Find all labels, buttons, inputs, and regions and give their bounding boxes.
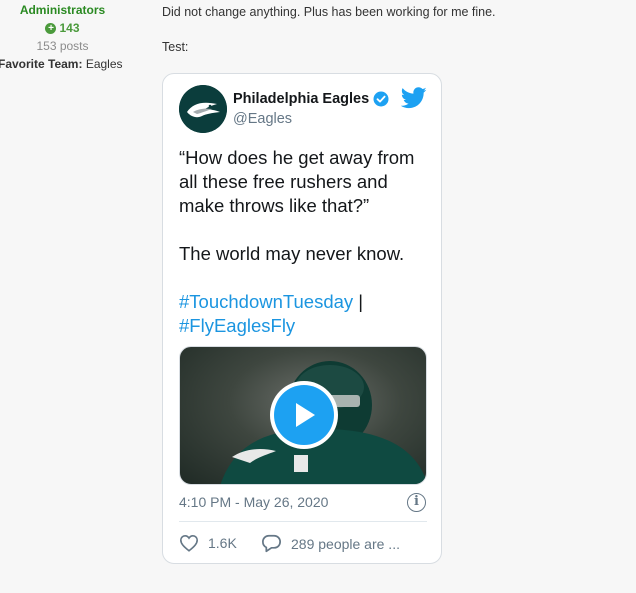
tweet-display-name[interactable]: Philadelphia Eagles bbox=[233, 91, 389, 107]
tweet-timestamp[interactable]: 4:10 PM - May 26, 2020 bbox=[179, 494, 328, 510]
verified-icon bbox=[373, 91, 389, 107]
tweet-line-2: The world may never know. bbox=[179, 243, 405, 264]
reputation-plus-icon: + bbox=[45, 22, 57, 34]
post-text-line2: Test: bbox=[162, 40, 189, 54]
reputation-badge: + 143 bbox=[0, 21, 125, 35]
tweet-text: “How does he get away from all these fre… bbox=[179, 146, 435, 338]
info-icon[interactable]: i bbox=[407, 493, 426, 512]
favorite-team-value: Eagles bbox=[85, 57, 123, 71]
hashtag-separator: | bbox=[353, 291, 364, 312]
eagles-logo-icon bbox=[179, 85, 227, 133]
like-count: 1.6K bbox=[208, 535, 237, 551]
reputation-count: 143 bbox=[59, 21, 80, 35]
reply-action[interactable]: 289 people are ... bbox=[261, 534, 400, 553]
post-text-line1: Did not change anything. Plus has been w… bbox=[162, 5, 496, 19]
like-action[interactable]: 1.6K bbox=[179, 534, 237, 552]
author-role[interactable]: Administrators bbox=[0, 3, 125, 17]
reply-text: 289 people are ... bbox=[291, 535, 400, 552]
favorite-team: Favorite Team: Eagles bbox=[0, 57, 123, 71]
tweet-divider bbox=[179, 521, 427, 522]
twitter-bird-icon[interactable] bbox=[401, 87, 427, 109]
eagles-avatar[interactable] bbox=[179, 85, 227, 133]
embedded-tweet[interactable]: Philadelphia Eagles @Eagles “How does he… bbox=[162, 73, 442, 564]
tweet-hashtags: #TouchdownTuesday | #FlyEaglesFly bbox=[179, 290, 435, 338]
play-button[interactable] bbox=[270, 381, 338, 449]
hashtag-flyeaglesfly[interactable]: #FlyEaglesFly bbox=[179, 315, 295, 336]
display-name-text: Philadelphia Eagles bbox=[233, 91, 370, 107]
post-count: 153 posts bbox=[36, 39, 89, 53]
tweet-quote: “How does he get away from all these fre… bbox=[179, 147, 415, 216]
reply-bubble-icon bbox=[262, 534, 281, 553]
hashtag-touchdowntuesday[interactable]: #TouchdownTuesday bbox=[179, 291, 353, 312]
tweet-handle[interactable]: @Eagles bbox=[233, 111, 292, 127]
play-icon bbox=[296, 403, 315, 427]
tweet-video[interactable] bbox=[179, 346, 427, 485]
favorite-team-label: Favorite Team: bbox=[0, 57, 83, 71]
heart-icon bbox=[179, 534, 199, 552]
